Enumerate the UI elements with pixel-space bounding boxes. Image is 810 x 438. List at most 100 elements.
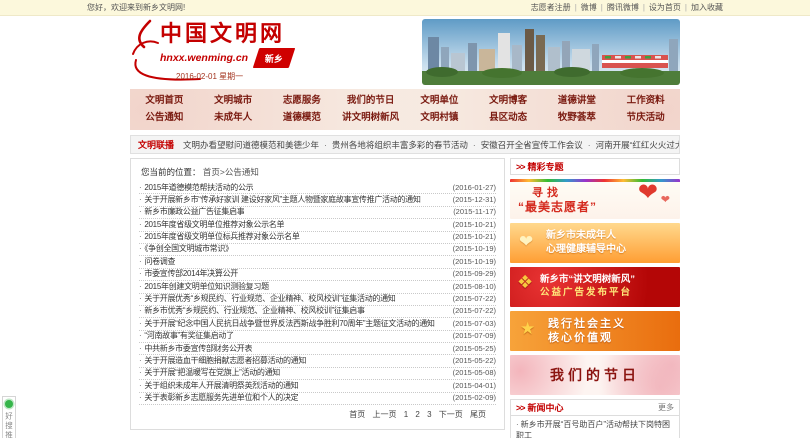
- article-link[interactable]: 市委宣传部2014年决算公开: [139, 268, 238, 280]
- page-prev[interactable]: 上一页: [372, 410, 396, 419]
- article-link[interactable]: 关于开展新乡市“传承好家训 建设好家风”主题人物暨家庭故事宣传推广活动的通知: [139, 194, 421, 206]
- sidebar: 精彩专题 寻找 “最美志愿者” ❤ ❤ ❤ 新乡市未成年人 心理健康辅导中心 ❖…: [510, 158, 680, 438]
- nav-morality-lecture[interactable]: 道德讲堂: [543, 92, 612, 109]
- green-dot-icon: [5, 400, 13, 408]
- article-link[interactable]: 2015年创建文明单位知识测验复习题: [139, 281, 269, 293]
- article-row: 新乡市优秀“乡规民约、行业规范、企业精神、校风校训”征集启事(2015-07-2…: [139, 306, 496, 318]
- article-row: 关于开展造血干细胞捐献志愿者招募活动的通知 (2015-05-22): [139, 355, 496, 367]
- nav-muye-highlights[interactable]: 牧野荟萃: [543, 109, 612, 126]
- pagination: 首页 上一页 1 2 3 下一页 尾页: [139, 405, 496, 423]
- nav-volunteer-service[interactable]: 志愿服务: [268, 92, 337, 109]
- article-link[interactable]: 关于表彰新乡志愿服务先进单位和个人的决定: [139, 392, 298, 404]
- article-date: (2015-07-09): [453, 330, 496, 342]
- city-skyline-photo: [422, 19, 680, 85]
- banner-best-volunteer[interactable]: 寻找 “最美志愿者” ❤ ❤: [510, 179, 680, 219]
- volunteer-register-link[interactable]: 志愿者注册: [531, 2, 571, 13]
- article-link[interactable]: 《争创全国文明城市常识》: [139, 243, 233, 255]
- article-row: 关于开展“纪念中国人民抗日战争暨世界反法西斯战争胜利70周年”主题征文活动的通知…: [139, 318, 496, 330]
- article-row: “河南故事”有奖征集启动了 (2015-07-09): [139, 331, 496, 343]
- article-link[interactable]: 新乡市优秀“乡规民约、行业规范、企业精神、校风校训”征集启事: [139, 305, 365, 317]
- topics-header: 精彩专题: [510, 158, 680, 175]
- page-next[interactable]: 下一页: [439, 410, 463, 419]
- article-row: 2015年创建文明单位知识测验复习题(2015-08-10): [139, 281, 496, 293]
- nav-civilization-blog[interactable]: 文明博客: [474, 92, 543, 109]
- ticker-item[interactable]: 贵州各地将组织丰富多彩的春节活动: [319, 139, 468, 151]
- nav-new-customs[interactable]: 讲文明树新风: [336, 109, 405, 126]
- widget-label: 好搜推荐: [4, 412, 15, 438]
- article-row: 问卷调查 (2015-10-19): [139, 256, 496, 268]
- article-link[interactable]: 关于开展“把温暖写在党旗上”活动的通知: [139, 367, 280, 379]
- article-link[interactable]: 问卷调查: [139, 256, 175, 268]
- nav-civilized-city[interactable]: 文明城市: [199, 92, 268, 109]
- announcement-list-panel: 您当前的位置： 首页>公告通知 2015年道德模范帮扶活动的公示(2016-01…: [130, 158, 505, 430]
- welcome-text: 您好，欢迎来到新乡文明网!: [87, 2, 185, 13]
- set-homepage-link[interactable]: 设为首页: [639, 2, 681, 13]
- article-date: (2015-07-03): [453, 318, 496, 330]
- site-url: hnxx.wenming.cn: [160, 52, 248, 64]
- article-link[interactable]: 新乡市廉政公益广告征集启事: [139, 206, 244, 218]
- ticker-item[interactable]: 安徽召开全省宣传工作会议: [468, 139, 583, 151]
- banner-minors-counseling-center[interactable]: ❤ 新乡市未成年人 心理健康辅导中心: [510, 223, 680, 263]
- header-date: 2016-02-01 星期一: [176, 71, 292, 82]
- article-row: 中共新乡市委宣传部财务公开表 (2015-05-25): [139, 343, 496, 355]
- article-date: (2015-10-19): [453, 243, 496, 255]
- article-date: (2015-05-22): [453, 355, 496, 367]
- nav-minors[interactable]: 未成年人: [199, 109, 268, 126]
- tencent-weibo-link[interactable]: 腾讯微博: [597, 2, 639, 13]
- ticker-item[interactable]: 文明办看望慰问道德模范和美德少年: [183, 139, 319, 151]
- article-link[interactable]: 中共新乡市委宣传部财务公开表: [139, 343, 252, 355]
- nav-our-festivals[interactable]: 我们的节日: [336, 92, 405, 109]
- page-2[interactable]: 2: [415, 410, 419, 419]
- article-link[interactable]: 2015年度省级文明单位标兵推荐对象公示名单: [139, 231, 300, 243]
- breadcrumb-path[interactable]: 首页>公告通知: [203, 167, 259, 177]
- article-row: 关于表彰新乡志愿服务先进单位和个人的决定(2015-02-09): [139, 393, 496, 405]
- ticker-item[interactable]: 河南开展“红红火火过大年”志: [583, 139, 680, 151]
- star-icon: ★: [520, 319, 535, 339]
- article-date: (2015-05-25): [453, 343, 496, 355]
- heart-icon: ❤: [661, 193, 670, 206]
- article-date: (2015-10-21): [453, 231, 496, 243]
- page-last[interactable]: 尾页: [470, 410, 486, 419]
- page-first[interactable]: 首页: [349, 410, 365, 419]
- article-date: (2015-10-19): [453, 256, 496, 268]
- banner-our-festivals[interactable]: 我们的节日: [510, 355, 680, 395]
- nav-announcements[interactable]: 公告通知: [130, 109, 199, 126]
- double-arrow-icon: [516, 403, 525, 413]
- news-item-link[interactable]: 新乡市开展“百号助百户”活动帮扶下岗特困职工: [516, 420, 674, 438]
- article-link[interactable]: 关于开展优秀“乡规民约、行业规范、企业精神、校风校训”征集活动的通知: [139, 293, 396, 305]
- ticker-label: 文明联播: [138, 138, 174, 151]
- article-link[interactable]: 2015年道德模范帮扶活动的公示: [139, 182, 253, 194]
- page-3[interactable]: 3: [427, 410, 431, 419]
- article-link[interactable]: 2015年度省级文明单位推荐对象公示名单: [139, 219, 284, 231]
- more-link[interactable]: 更多: [658, 402, 674, 413]
- page-1[interactable]: 1: [404, 410, 408, 419]
- haosou-recommend-widget[interactable]: 好搜推荐: [2, 396, 16, 438]
- news-ticker: 文明联播 文明办看望慰问道德模范和美德少年 贵州各地将组织丰富多彩的春节活动 安…: [130, 135, 680, 154]
- article-link[interactable]: 关于组织未成年人开展清明祭英烈活动的通知: [139, 380, 298, 392]
- article-date: (2015-07-22): [453, 293, 496, 305]
- add-favorite-link[interactable]: 加入收藏: [681, 2, 723, 13]
- news-center-header: 新闻中心 更多: [510, 399, 680, 416]
- article-link[interactable]: 关于开展造血干细胞捐献志愿者招募活动的通知: [139, 355, 306, 367]
- heart-icon: ❤: [519, 232, 533, 252]
- top-links: 志愿者注册 微博 腾讯微博 设为首页 加入收藏: [531, 2, 723, 13]
- nav-civilization-home[interactable]: 文明首页: [130, 92, 199, 109]
- site-title: 中国文明网: [160, 22, 292, 46]
- nav-moral-models[interactable]: 道德模范: [268, 109, 337, 126]
- double-arrow-icon: [516, 162, 525, 172]
- article-link[interactable]: 关于开展“纪念中国人民抗日战争暨世界反法西斯战争胜利70周年”主题征文活动的通知: [139, 318, 435, 330]
- chinese-knot-icon: ❖: [517, 272, 533, 292]
- nav-festival-activities[interactable]: 节庆活动: [611, 109, 680, 126]
- nav-work-materials[interactable]: 工作资料: [611, 92, 680, 109]
- banner-core-values[interactable]: ★ 践行社会主义 核心价值观: [510, 311, 680, 351]
- news-list: 新乡市开展“百号助百户”活动帮扶下岗特困职工: [510, 416, 680, 438]
- nav-civilized-villages[interactable]: 文明村镇: [405, 109, 474, 126]
- banner-psa-platform[interactable]: ❖ 新乡市“讲文明树新风” 公益广告发布平台: [510, 267, 680, 307]
- nav-county-news[interactable]: 县区动态: [474, 109, 543, 126]
- article-row: 关于开展新乡市“传承好家训 建设好家风”主题人物暨家庭故事宣传推广活动的通知(2…: [139, 194, 496, 206]
- site-logo[interactable]: 中国文明网 hnxx.wenming.cn 新乡 2016-02-01 星期一: [160, 22, 292, 82]
- weibo-link[interactable]: 微博: [571, 2, 597, 13]
- article-link[interactable]: “河南故事”有奖征集启动了: [139, 330, 234, 342]
- nav-civilized-units[interactable]: 文明单位: [405, 92, 474, 109]
- breadcrumb: 您当前的位置： 首页>公告通知: [139, 162, 496, 182]
